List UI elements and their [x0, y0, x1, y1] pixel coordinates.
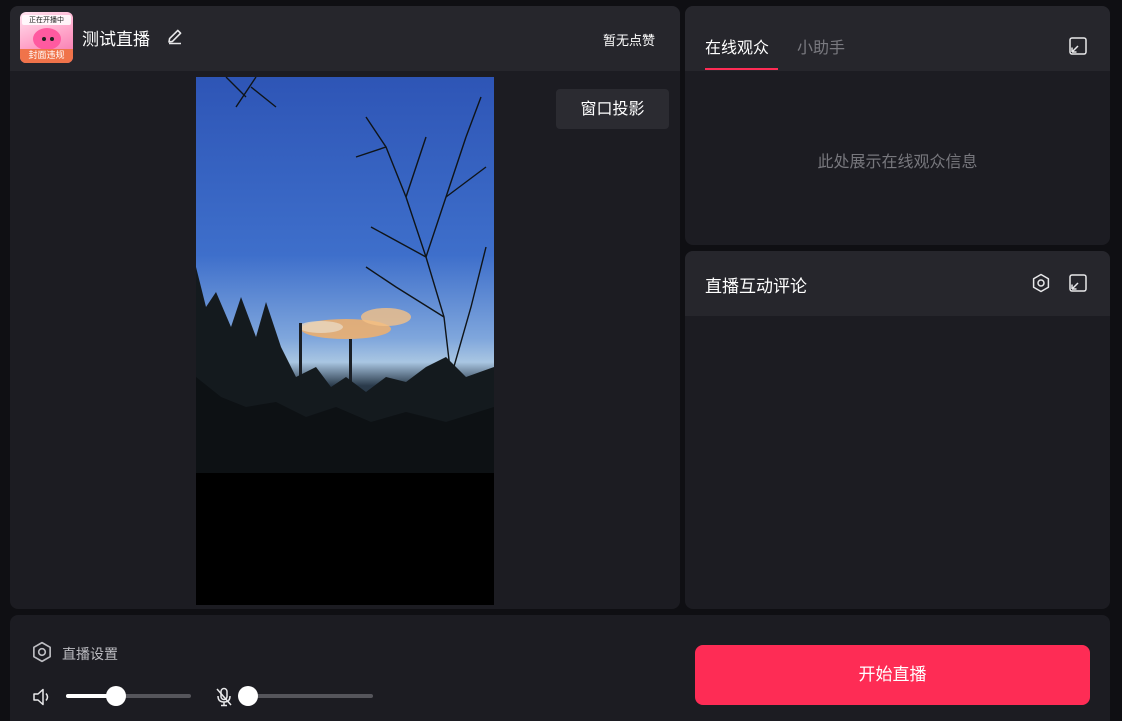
tab-online-audience[interactable]: 在线观众 — [705, 34, 769, 58]
bottom-control-bar: 直播设置 开始直播 — [10, 615, 1110, 721]
mic-slider[interactable] — [238, 686, 373, 706]
audience-empty-state: 此处展示在线观众信息 — [817, 152, 978, 171]
window-projection-button[interactable]: 窗口投影 — [556, 89, 669, 129]
live-settings-button[interactable]: 直播设置 — [31, 641, 118, 663]
volume-slider[interactable] — [66, 686, 191, 706]
stream-title: 测试直播 — [82, 30, 150, 50]
gear-icon[interactable] — [1031, 273, 1051, 293]
comment-panel: 直播互动评论 — [685, 251, 1110, 609]
active-tab-indicator — [705, 68, 778, 70]
volume-knob[interactable] — [106, 686, 126, 706]
window-edge — [1114, 0, 1122, 721]
cover-eye — [42, 37, 46, 41]
popout-icon[interactable] — [1068, 273, 1088, 293]
cover-caption: 正在开播中 — [22, 15, 71, 25]
mic-knob[interactable] — [238, 686, 258, 706]
audience-header: 在线观众 小助手 — [685, 6, 1110, 71]
gear-icon — [33, 641, 51, 663]
like-count: 暂无点赞 — [602, 34, 655, 49]
cover-thumbnail[interactable]: 正在开播中 封面违规 — [20, 12, 73, 63]
live-settings-label: 直播设置 — [62, 647, 118, 663]
camera-preview — [196, 77, 494, 473]
stream-header: 正在开播中 封面违规 测试直播 暂无点赞 — [10, 6, 680, 71]
mic-off-icon[interactable] — [213, 686, 235, 708]
preview-letterbox — [196, 473, 494, 605]
edit-icon[interactable] — [166, 27, 184, 45]
comment-header: 直播互动评论 — [685, 251, 1110, 316]
popout-icon[interactable] — [1068, 36, 1088, 56]
preview-scene — [196, 77, 494, 473]
comment-title: 直播互动评论 — [705, 277, 807, 297]
stream-preview-panel: 正在开播中 封面违规 测试直播 暂无点赞 窗口投影 — [10, 6, 680, 609]
speaker-icon[interactable] — [31, 686, 53, 708]
cover-violation-badge: 封面违规 — [20, 49, 73, 63]
start-live-button[interactable]: 开始直播 — [695, 645, 1090, 705]
cover-eye — [50, 37, 54, 41]
audience-panel: 在线观众 小助手 此处展示在线观众信息 — [685, 6, 1110, 245]
cover-character — [33, 28, 61, 50]
tab-assistant[interactable]: 小助手 — [797, 34, 845, 58]
